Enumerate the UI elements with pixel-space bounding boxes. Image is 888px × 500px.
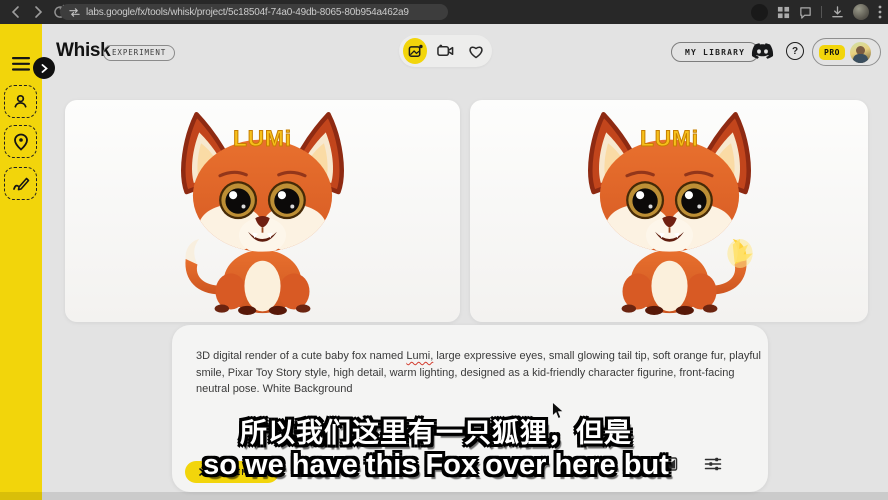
mode-switcher <box>399 35 492 67</box>
url-text: labs.google/fx/tools/whisk/project/5c185… <box>86 7 409 18</box>
download-icon[interactable] <box>831 6 844 19</box>
my-library-button[interactable]: MY LIBRARY <box>671 42 759 62</box>
location-pin-icon <box>13 133 29 151</box>
heart-icon <box>468 44 484 59</box>
sidebar-slot-subject[interactable] <box>4 85 37 118</box>
sidebar-expand-toggle[interactable] <box>33 57 55 79</box>
browser-toolbar: labs.google/fx/tools/whisk/project/5c185… <box>0 0 888 24</box>
fox-illustration-left: LUMi <box>145 107 380 315</box>
pro-badge: PRO <box>819 45 845 60</box>
person-icon <box>12 93 29 110</box>
generated-image-left[interactable]: LUMi <box>65 100 460 322</box>
video-mode-button[interactable] <box>433 38 457 64</box>
image-sparkle-icon <box>408 44 423 59</box>
tab-groups-icon[interactable] <box>777 6 790 19</box>
pen-style-icon <box>12 176 30 192</box>
account-menu[interactable]: PRO <box>812 38 881 66</box>
video-camera-icon <box>437 44 454 58</box>
user-avatar <box>850 42 871 63</box>
discord-icon[interactable] <box>751 43 774 60</box>
chevron-right-icon <box>41 64 48 73</box>
help-glyph: ? <box>792 46 798 57</box>
subtitle-chinese: 所以我们这里有一只狐狸，但是 <box>0 411 872 450</box>
comment-icon[interactable] <box>799 6 812 19</box>
site-info-icon[interactable] <box>69 7 80 18</box>
url-bar[interactable]: labs.google/fx/tools/whisk/project/5c185… <box>60 4 448 20</box>
subtitle-english: so we have this Fox over here but <box>0 449 872 482</box>
generated-image-right[interactable]: LUMi <box>470 100 868 322</box>
extension-icon[interactable] <box>751 4 768 21</box>
fox-name-label: LUMi <box>640 126 699 151</box>
toolbar-divider <box>821 6 822 18</box>
prompt-segment: 3D digital render of a cute baby fox nam… <box>196 350 406 362</box>
image-mode-button[interactable] <box>403 38 427 64</box>
sidebar-slot-scene[interactable] <box>4 125 37 158</box>
sidebar-slot-style[interactable] <box>4 167 37 200</box>
mouse-cursor <box>551 401 565 420</box>
favorites-button[interactable] <box>464 38 488 64</box>
forward-icon[interactable] <box>30 4 46 20</box>
prompt-misspelled-word: Lumi, <box>406 350 433 362</box>
video-letterbox-strip <box>0 492 888 500</box>
whisk-app-window: labs.google/fx/tools/whisk/project/5c185… <box>0 0 888 500</box>
prompt-text[interactable]: 3D digital render of a cute baby fox nam… <box>196 348 761 398</box>
back-icon[interactable] <box>8 4 24 20</box>
browser-profile-avatar[interactable] <box>853 4 869 20</box>
browser-actions <box>751 0 882 24</box>
experiment-badge: EXPERIMENT <box>103 45 175 61</box>
hamburger-menu-icon[interactable] <box>12 57 30 71</box>
fox-illustration-right: LUMi <box>552 107 787 315</box>
browser-menu-icon[interactable] <box>878 5 882 19</box>
fox-name-label: LUMi <box>233 126 292 151</box>
help-button[interactable]: ? <box>786 42 804 60</box>
